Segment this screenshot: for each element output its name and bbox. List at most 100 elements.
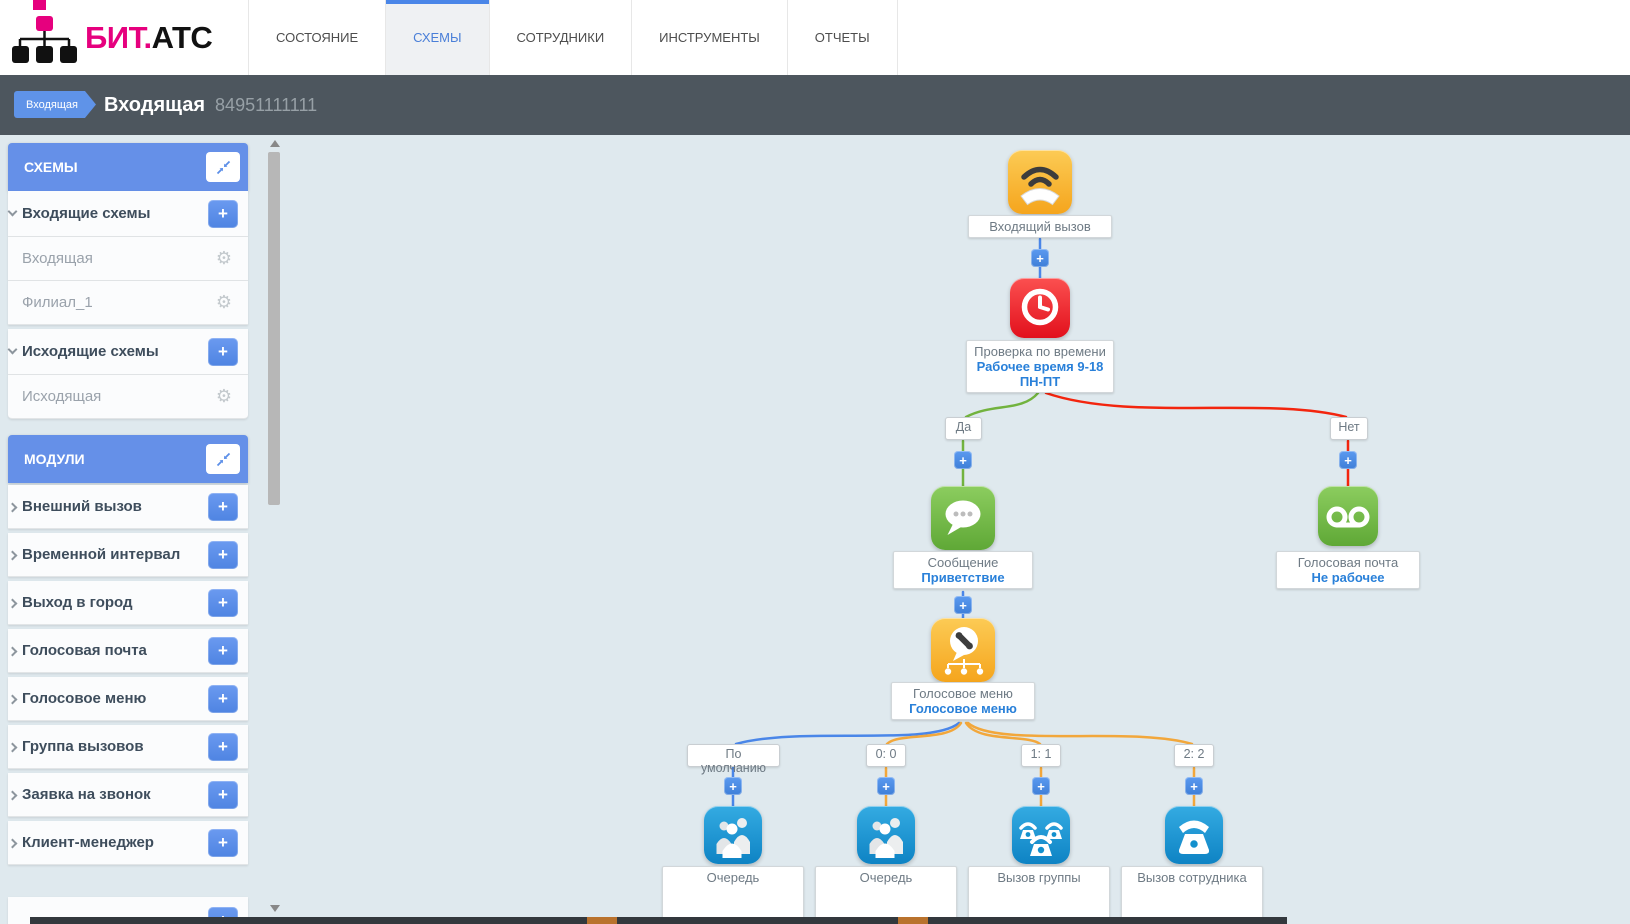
group-call-node[interactable] xyxy=(1012,806,1070,864)
node-title: Голосовая почта xyxy=(1281,555,1415,570)
voice-menu-node[interactable] xyxy=(931,618,995,682)
scrollbar-down-arrow[interactable] xyxy=(270,905,280,912)
node-subtitle: Рабочее время 9-18 xyxy=(971,359,1109,374)
add-outgoing-scheme-button[interactable]: + xyxy=(208,338,238,366)
queue-people-icon xyxy=(857,806,915,864)
message-node[interactable] xyxy=(931,486,995,550)
add-module-button[interactable]: + xyxy=(208,541,238,569)
voice-menu-icon xyxy=(931,618,995,682)
breadcrumb-badge[interactable]: Входящая xyxy=(14,91,96,118)
employee-call-label[interactable]: Вызов сотрудника xyxy=(1121,866,1263,924)
group-phones-icon xyxy=(1012,806,1070,864)
employee-call-node[interactable] xyxy=(1165,806,1223,864)
bottom-scroll-strip[interactable] xyxy=(30,917,1287,924)
gear-icon[interactable]: ⚙ xyxy=(216,294,232,312)
wire-ivr-default xyxy=(736,723,959,744)
wire-ivr-key1 xyxy=(966,723,1040,744)
add-module-button[interactable]: + xyxy=(208,637,238,665)
add-module-button[interactable]: + xyxy=(208,781,238,809)
brand-primary: БИТ. xyxy=(85,20,152,56)
tab-otchety[interactable]: ОТЧЕТЫ xyxy=(787,0,898,75)
sidebar-item-ishodyashaya[interactable]: Исходящая ⚙ xyxy=(8,375,248,419)
tab-shemy[interactable]: СХЕМЫ xyxy=(385,0,488,75)
module-label: Выход в город xyxy=(8,594,133,611)
tab-sotrudniki[interactable]: СОТРУДНИКИ xyxy=(489,0,632,75)
insert-node-button[interactable]: + xyxy=(1032,777,1050,795)
node-title: Входящий вызов xyxy=(989,219,1090,234)
add-module-button[interactable]: + xyxy=(208,733,238,761)
scrollbar-up-arrow[interactable] xyxy=(270,140,280,147)
queue-node[interactable] xyxy=(704,806,762,864)
queue-node[interactable] xyxy=(857,806,915,864)
node-title: Очередь xyxy=(667,870,799,885)
group-label: Исходящие схемы xyxy=(8,343,159,360)
module-label: Клиент-менеджер xyxy=(8,834,154,851)
insert-node-button[interactable]: + xyxy=(1185,777,1203,795)
module-client-manager[interactable]: Клиент-менеджер + xyxy=(8,821,248,865)
insert-node-button[interactable]: + xyxy=(724,777,742,795)
schemes-collapse-button[interactable] xyxy=(206,152,240,182)
collapse-arrows-icon xyxy=(216,452,231,467)
add-module-button[interactable]: + xyxy=(208,829,238,857)
gear-icon[interactable]: ⚙ xyxy=(216,388,232,406)
module-call-group[interactable]: Группа вызовов + xyxy=(8,725,248,769)
vertical-scrollbar-thumb[interactable] xyxy=(268,152,280,505)
collapse-arrows-icon xyxy=(216,160,231,175)
modules-header-label: МОДУЛИ xyxy=(24,451,85,467)
sidebar-group-incoming-schemes[interactable]: Входящие схемы + xyxy=(8,191,248,237)
module-label: Группа вызовов xyxy=(8,738,144,755)
module-label: Голосовая почта xyxy=(8,642,147,659)
module-city-exit[interactable]: Выход в город + xyxy=(8,581,248,625)
add-module-button[interactable]: + xyxy=(208,589,238,617)
module-label: Голосовое меню xyxy=(8,690,146,707)
insert-node-button[interactable]: + xyxy=(954,596,972,614)
add-incoming-scheme-button[interactable]: + xyxy=(208,200,238,228)
insert-node-button[interactable]: + xyxy=(1339,451,1357,469)
voice-menu-label[interactable]: Голосовое меню Голосовое меню xyxy=(891,682,1035,720)
sidebar-group-outgoing-schemes[interactable]: Исходящие схемы + xyxy=(8,329,248,375)
add-module-button[interactable]: + xyxy=(208,685,238,713)
branch-1-tag[interactable]: 1: 1 xyxy=(1021,744,1061,767)
tab-sostoyanie[interactable]: СОСТОЯНИЕ xyxy=(248,0,385,75)
queue-label[interactable]: Очередь xyxy=(662,866,804,924)
bit-atc-app: БИТ.АТС СОСТОЯНИЕ СХЕМЫ СОТРУДНИКИ ИНСТР… xyxy=(0,0,1630,924)
insert-node-button[interactable]: + xyxy=(954,451,972,469)
main-nav: СОСТОЯНИЕ СХЕМЫ СОТРУДНИКИ ИНСТРУМЕНТЫ О… xyxy=(248,0,898,75)
module-external-call[interactable]: Внешний вызов + xyxy=(8,485,248,529)
voicemail-node[interactable] xyxy=(1318,486,1378,546)
message-bubble-icon xyxy=(931,486,995,550)
top-header: БИТ.АТС СОСТОЯНИЕ СХЕМЫ СОТРУДНИКИ ИНСТР… xyxy=(0,0,1630,75)
insert-node-button[interactable]: + xyxy=(877,777,895,795)
tab-instrumenty[interactable]: ИНСТРУМЕНТЫ xyxy=(631,0,787,75)
branch-2-tag[interactable]: 2: 2 xyxy=(1174,744,1214,767)
voicemail-label[interactable]: Голосовая почта Не рабочее xyxy=(1276,551,1420,589)
incoming-call-node[interactable] xyxy=(1008,150,1072,214)
node-subtitle: Голосовое меню xyxy=(896,701,1030,716)
add-module-button[interactable]: + xyxy=(208,493,238,521)
module-call-request[interactable]: Заявка на звонок + xyxy=(8,773,248,817)
gear-icon[interactable]: ⚙ xyxy=(216,250,232,268)
message-label[interactable]: Сообщение Приветствие xyxy=(893,551,1033,589)
insert-node-button[interactable]: + xyxy=(1031,249,1049,267)
group-call-label[interactable]: Вызов группы xyxy=(968,866,1110,924)
branch-no-tag[interactable]: Нет xyxy=(1330,417,1368,440)
sidebar-item-vhodyashaya[interactable]: Входящая ⚙ xyxy=(8,237,248,281)
branch-yes-tag[interactable]: Да xyxy=(945,417,982,440)
module-voice-menu[interactable]: Голосовое меню + xyxy=(8,677,248,721)
sidebar-item-filial-1[interactable]: Филиал_1 ⚙ xyxy=(8,281,248,325)
incoming-call-label[interactable]: Входящий вызов xyxy=(968,215,1112,238)
module-label: Заявка на звонок xyxy=(8,786,151,803)
logo-accent xyxy=(33,0,46,10)
scroll-strip-segment xyxy=(898,917,928,924)
brand-logo[interactable]: БИТ.АТС xyxy=(85,0,212,75)
time-check-node[interactable] xyxy=(1010,278,1070,338)
branch-default-tag[interactable]: По умолчанию xyxy=(687,744,780,767)
module-time-interval[interactable]: Временной интервал + xyxy=(8,533,248,577)
time-check-label[interactable]: Проверка по времени Рабочее время 9-18 П… xyxy=(966,340,1114,393)
module-voicemail[interactable]: Голосовая почта + xyxy=(8,629,248,673)
incoming-call-icon xyxy=(1008,150,1072,214)
branch-0-tag[interactable]: 0: 0 xyxy=(866,744,906,767)
modules-collapse-button[interactable] xyxy=(206,444,240,474)
queue-label[interactable]: Очередь xyxy=(815,866,957,924)
scroll-strip-segment xyxy=(587,917,617,924)
